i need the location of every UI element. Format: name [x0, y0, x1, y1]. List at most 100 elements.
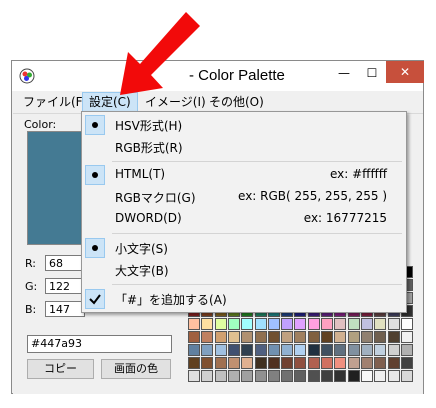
- palette-color-cell[interactable]: [227, 331, 240, 343]
- palette-color-cell[interactable]: [267, 318, 280, 330]
- menu-item-hsv[interactable]: HSV形式(H): [83, 114, 405, 136]
- palette-color-cell[interactable]: [254, 344, 267, 356]
- palette-color-cell[interactable]: [387, 318, 400, 330]
- palette-color-cell[interactable]: [188, 357, 200, 369]
- palette-color-cell[interactable]: [254, 318, 267, 330]
- palette-color-cell[interactable]: [214, 331, 227, 343]
- palette-color-cell[interactable]: [267, 331, 280, 343]
- palette-color-cell[interactable]: [374, 344, 387, 356]
- palette-color-cell[interactable]: [254, 331, 267, 343]
- palette-color-cell[interactable]: [321, 318, 333, 330]
- palette-color-cell[interactable]: [281, 318, 294, 330]
- palette-color-cell[interactable]: [400, 357, 413, 369]
- palette-color-cell[interactable]: [214, 344, 227, 356]
- palette-color-cell[interactable]: [321, 344, 333, 356]
- palette-color-cell[interactable]: [214, 370, 227, 382]
- palette-color-cell[interactable]: [387, 370, 400, 382]
- menu-item-rgb[interactable]: RGB形式(R): [83, 136, 405, 158]
- palette-color-cell[interactable]: [201, 370, 214, 382]
- palette-color-cell[interactable]: [400, 370, 413, 382]
- palette-color-cell[interactable]: [188, 370, 200, 382]
- palette-color-cell[interactable]: [201, 318, 214, 330]
- palette-color-cell[interactable]: [307, 344, 320, 356]
- maximize-button[interactable]: ☐: [358, 63, 386, 83]
- palette-color-cell[interactable]: [321, 331, 333, 343]
- palette-color-cell[interactable]: [254, 357, 267, 369]
- palette-color-cell[interactable]: [321, 370, 333, 382]
- palette-color-cell[interactable]: [281, 331, 294, 343]
- palette-color-cell[interactable]: [307, 331, 320, 343]
- palette-color-cell[interactable]: [281, 357, 294, 369]
- palette-color-cell[interactable]: [227, 318, 240, 330]
- green-input[interactable]: 122: [45, 278, 85, 294]
- palette-color-cell[interactable]: [201, 331, 214, 343]
- palette-color-cell[interactable]: [387, 357, 400, 369]
- palette-color-cell[interactable]: [281, 344, 294, 356]
- palette-color-cell[interactable]: [387, 344, 400, 356]
- palette-color-cell[interactable]: [347, 331, 360, 343]
- palette-color-cell[interactable]: [374, 370, 387, 382]
- menu-other[interactable]: その他(O): [203, 92, 270, 112]
- palette-color-cell[interactable]: [241, 370, 254, 382]
- menu-item-uppercase[interactable]: 大文字(B): [83, 259, 405, 281]
- blue-input[interactable]: 147: [45, 301, 85, 317]
- palette-color-cell[interactable]: [334, 344, 347, 356]
- palette-color-cell[interactable]: [321, 357, 333, 369]
- palette-color-cell[interactable]: [360, 318, 373, 330]
- screen-color-button[interactable]: 画面の色: [101, 359, 171, 379]
- menu-item-lowercase[interactable]: 小文字(S): [83, 237, 405, 259]
- menu-item-add-hash[interactable]: 「#」を追加する(A): [83, 288, 405, 310]
- palette-color-cell[interactable]: [334, 331, 347, 343]
- palette-color-cell[interactable]: [400, 318, 413, 330]
- palette-color-cell[interactable]: [214, 357, 227, 369]
- palette-color-cell[interactable]: [241, 344, 254, 356]
- palette-color-cell[interactable]: [188, 331, 200, 343]
- menu-item-dword[interactable]: DWORD(D) ex: 16777215: [83, 208, 405, 230]
- palette-color-cell[interactable]: [347, 318, 360, 330]
- menu-item-rgb-macro[interactable]: RGBマクロ(G) ex: RGB( 255, 255, 255 ): [83, 186, 405, 208]
- palette-color-cell[interactable]: [241, 357, 254, 369]
- palette-color-cell[interactable]: [400, 344, 413, 356]
- palette-color-cell[interactable]: [214, 318, 227, 330]
- palette-color-cell[interactable]: [294, 370, 307, 382]
- palette-color-cell[interactable]: [347, 370, 360, 382]
- palette-color-cell[interactable]: [400, 331, 413, 343]
- palette-color-cell[interactable]: [307, 357, 320, 369]
- palette-color-cell[interactable]: [294, 331, 307, 343]
- palette-color-cell[interactable]: [347, 344, 360, 356]
- palette-color-cell[interactable]: [201, 357, 214, 369]
- palette-color-cell[interactable]: [281, 370, 294, 382]
- palette-color-cell[interactable]: [307, 318, 320, 330]
- palette-color-cell[interactable]: [334, 357, 347, 369]
- palette-color-cell[interactable]: [267, 357, 280, 369]
- palette-color-cell[interactable]: [387, 331, 400, 343]
- minimize-button[interactable]: —: [330, 63, 358, 83]
- palette-color-cell[interactable]: [254, 370, 267, 382]
- hex-code-field[interactable]: #447a93: [27, 335, 172, 353]
- palette-color-cell[interactable]: [307, 370, 320, 382]
- palette-color-cell[interactable]: [334, 370, 347, 382]
- close-button[interactable]: ✕: [386, 61, 424, 83]
- palette-color-cell[interactable]: [267, 370, 280, 382]
- palette-color-cell[interactable]: [360, 357, 373, 369]
- palette-color-cell[interactable]: [227, 357, 240, 369]
- palette-color-cell[interactable]: [294, 344, 307, 356]
- palette-color-cell[interactable]: [241, 331, 254, 343]
- title-bar[interactable]: - Color Palette — ☐ ✕: [12, 61, 424, 91]
- palette-color-cell[interactable]: [347, 357, 360, 369]
- palette-color-cell[interactable]: [360, 344, 373, 356]
- palette-color-cell[interactable]: [334, 318, 347, 330]
- copy-button[interactable]: コピー: [27, 359, 94, 379]
- palette-color-cell[interactable]: [374, 357, 387, 369]
- palette-color-cell[interactable]: [360, 331, 373, 343]
- palette-color-cell[interactable]: [374, 318, 387, 330]
- menu-image[interactable]: イメージ(I): [139, 92, 212, 112]
- menu-item-html[interactable]: HTML(T) ex: #ffffff: [83, 164, 405, 186]
- palette-color-cell[interactable]: [227, 344, 240, 356]
- palette-color-cell[interactable]: [201, 344, 214, 356]
- red-input[interactable]: 68: [45, 255, 85, 271]
- palette-color-cell[interactable]: [360, 370, 373, 382]
- palette-color-cell[interactable]: [267, 344, 280, 356]
- palette-color-cell[interactable]: [294, 318, 307, 330]
- palette-color-cell[interactable]: [241, 318, 254, 330]
